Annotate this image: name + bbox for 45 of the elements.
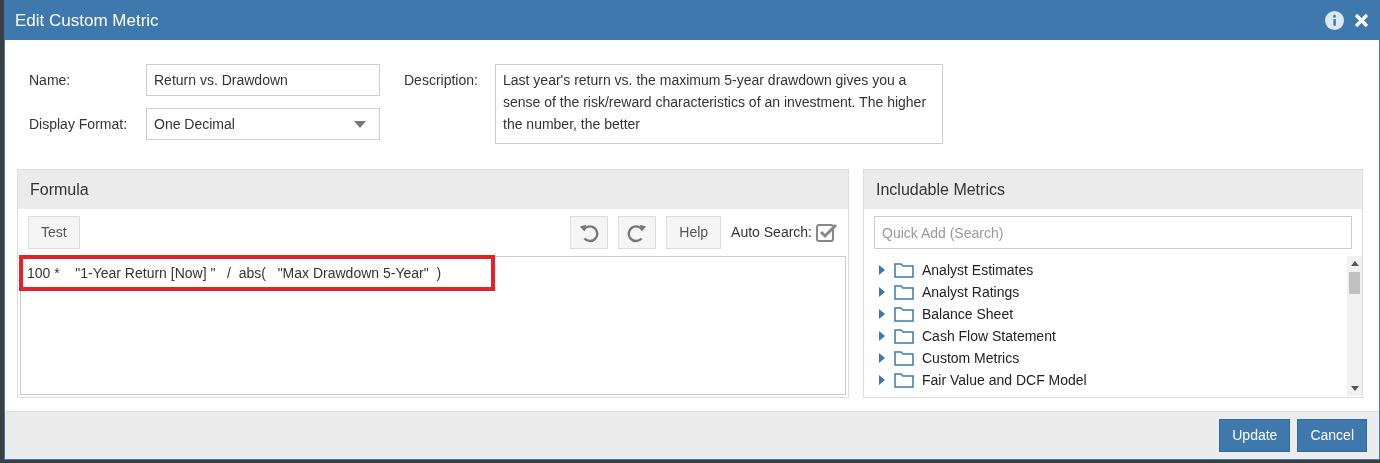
folder-icon bbox=[894, 350, 914, 366]
tree-item[interactable]: Analyst Estimates bbox=[878, 259, 1347, 281]
panel-title: Formula bbox=[30, 179, 89, 200]
auto-search-checkbox[interactable] bbox=[816, 222, 838, 243]
description-label: Description: bbox=[404, 71, 479, 90]
search-field[interactable]: Quick Add (Search) bbox=[874, 216, 1352, 249]
info-icon[interactable] bbox=[1325, 11, 1344, 30]
tree-item[interactable]: Balance Sheet bbox=[878, 303, 1347, 325]
auto-search-label: Auto Search: bbox=[731, 223, 812, 242]
update-button[interactable]: Update bbox=[1219, 419, 1291, 452]
collapsed-arrow-icon[interactable] bbox=[878, 287, 886, 297]
close-icon[interactable] bbox=[1354, 13, 1369, 28]
scroll-down-arrow-icon[interactable] bbox=[1350, 386, 1359, 391]
name-field[interactable]: Return vs. Drawdown bbox=[146, 64, 380, 96]
scrollbar-thumb[interactable] bbox=[1349, 272, 1360, 294]
collapsed-arrow-icon[interactable] bbox=[878, 331, 886, 341]
tree-item[interactable]: Analyst Ratings bbox=[878, 281, 1347, 303]
window-title: Edit Custom Metric bbox=[15, 9, 160, 32]
collapsed-arrow-icon[interactable] bbox=[878, 353, 886, 363]
display-format-label: Display Format: bbox=[28, 114, 129, 134]
folder-icon bbox=[894, 284, 914, 300]
panel-title: Includable Metrics bbox=[876, 179, 1005, 200]
scrollbar[interactable] bbox=[1347, 256, 1362, 396]
folder-icon bbox=[894, 328, 914, 344]
formula-editor[interactable]: 100 * "1-Year Return [Now] " / abs( "Max Drawdown 5-Year" ) bbox=[20, 256, 846, 395]
caret-icon bbox=[354, 120, 366, 128]
folder-icon bbox=[894, 372, 914, 388]
help-button[interactable]: Help bbox=[666, 216, 722, 249]
tree-item[interactable]: Cash Flow Statement bbox=[878, 325, 1347, 347]
cancel-button[interactable]: Cancel bbox=[1297, 419, 1367, 452]
formula-text: 100 * "1-Year Return [Now] " / abs( "Max Drawdown 5-Year" ) bbox=[27, 265, 442, 281]
display-format-dropdown[interactable]: One Decimal bbox=[146, 108, 380, 140]
name-label: Name: bbox=[28, 70, 72, 90]
undo-button[interactable] bbox=[570, 216, 609, 249]
collapsed-arrow-icon[interactable] bbox=[878, 265, 886, 275]
tree-item[interactable]: Custom Metrics bbox=[878, 347, 1347, 369]
collapsed-arrow-icon[interactable] bbox=[878, 375, 886, 385]
collapsed-arrow-icon[interactable] bbox=[878, 309, 886, 319]
tree-item[interactable]: Fair Value and DCF Model bbox=[878, 369, 1347, 391]
redo-button[interactable] bbox=[618, 216, 657, 249]
description-field[interactable]: Last year's return vs. the maximum 5-year drawdown gives you a sense of the risk/reward characteristics of an investment. The higher the number, the better bbox=[495, 64, 943, 144]
folder-icon bbox=[894, 306, 914, 322]
folder-icon bbox=[894, 262, 914, 278]
test-button[interactable]: Test bbox=[28, 216, 80, 249]
scroll-up-arrow-icon[interactable] bbox=[1350, 261, 1359, 266]
